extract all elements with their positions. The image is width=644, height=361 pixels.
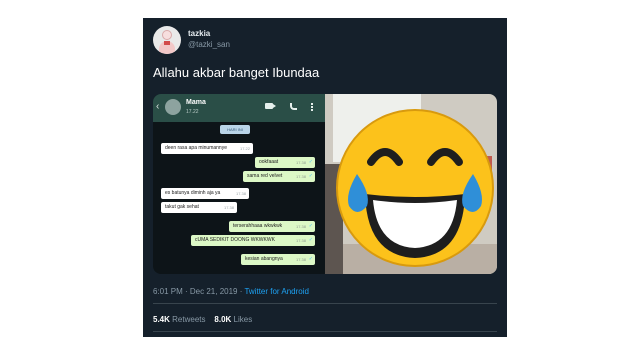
back-arrow-icon: ‹ — [156, 101, 160, 112]
tweet-timestamp[interactable]: 6:01 PM · Dec 21, 2019 · — [153, 287, 242, 296]
message-text: deen rasa apa minumannye — [165, 145, 227, 151]
tweet-card[interactable]: tazkia @tazki_san Allahu akbar banget Ib… — [143, 18, 507, 337]
display-name[interactable]: tazkia — [188, 29, 210, 38]
tweet-text: Allahu akbar banget Ibundaa — [153, 65, 320, 80]
chat-screenshot: ‹ Mama 17.22 HARI INI deen rasa apa minu… — [153, 94, 325, 274]
message-time: 17.38 — [295, 224, 306, 229]
more-options-icon — [311, 103, 313, 111]
message-time: 17.22 — [239, 146, 250, 151]
date-chip: HARI INI — [220, 125, 250, 134]
chat-header: ‹ Mama 17.22 — [153, 94, 325, 122]
tweet-stats: 5.4K Retweets 8.0K Likes — [153, 315, 252, 324]
video-call-icon — [265, 103, 276, 109]
chat-message: terserahhaaa wkwkwk 17.38 ✓ — [229, 221, 315, 232]
likes-label[interactable]: Likes — [234, 315, 253, 324]
retweets-label[interactable]: Retweets — [172, 315, 205, 324]
read-ticks-icon: ✓ — [308, 256, 313, 262]
chat-message: sama red velvet 17.38 ✓ — [243, 171, 315, 182]
chat-message: takut gak sehat 17.38 — [161, 202, 237, 213]
message-time: 17.38 — [295, 174, 306, 179]
message-text: sama red velvet — [247, 173, 283, 179]
message-time: 17.38 — [235, 191, 246, 196]
message-text: kesian abangnya — [245, 256, 283, 262]
read-ticks-icon: ✓ — [308, 159, 313, 165]
message-time: 17.38 — [295, 257, 306, 262]
avatar[interactable] — [153, 26, 181, 54]
tweet-media[interactable]: ‹ Mama 17.22 HARI INI deen rasa apa minu… — [153, 94, 497, 274]
chat-contact-name: Mama — [186, 99, 206, 106]
message-time: 17.38 — [295, 160, 306, 165]
divider — [153, 331, 497, 332]
message-text: es batunya diminh aja ya — [165, 190, 221, 196]
chat-message: ookfaaat 17.38 ✓ — [255, 157, 315, 168]
divider — [153, 303, 497, 304]
avatar-bow — [164, 41, 170, 45]
tweet-client-link[interactable]: Twitter for Android — [244, 287, 308, 296]
read-ticks-icon: ✓ — [308, 173, 313, 179]
message-text: terserahhaaa wkwkwk — [233, 223, 283, 229]
message-text: cUMA SEDIKIT DOONG WKWKWK — [195, 237, 275, 243]
phone-call-icon — [290, 103, 297, 110]
message-time: 17.38 — [223, 205, 234, 210]
chat-contact-time: 17.22 — [186, 109, 199, 115]
chat-message: es batunya diminh aja ya 17.38 — [161, 188, 249, 199]
emoji-photo — [325, 94, 497, 274]
retweets-count[interactable]: 5.4K — [153, 315, 170, 324]
message-text: takut gak sehat — [165, 204, 199, 210]
message-text: ookfaaat — [259, 159, 279, 165]
chat-avatar — [165, 99, 181, 115]
chat-message: cUMA SEDIKIT DOONG WKWKWK 17.38 ✓ — [191, 235, 315, 246]
read-ticks-icon: ✓ — [308, 237, 313, 243]
message-time: 17.38 — [295, 238, 306, 243]
tears-of-joy-emoji — [336, 109, 494, 267]
likes-count[interactable]: 8.0K — [214, 315, 231, 324]
avatar-head — [162, 30, 172, 40]
chat-message: kesian abangnya 17.38 ✓ — [241, 254, 315, 265]
user-handle[interactable]: @tazki_san — [188, 40, 230, 49]
chat-message: deen rasa apa minumannye 17.22 — [161, 143, 253, 154]
tweet-meta: 6:01 PM · Dec 21, 2019 · Twitter for And… — [153, 287, 309, 296]
read-ticks-icon: ✓ — [308, 223, 313, 229]
